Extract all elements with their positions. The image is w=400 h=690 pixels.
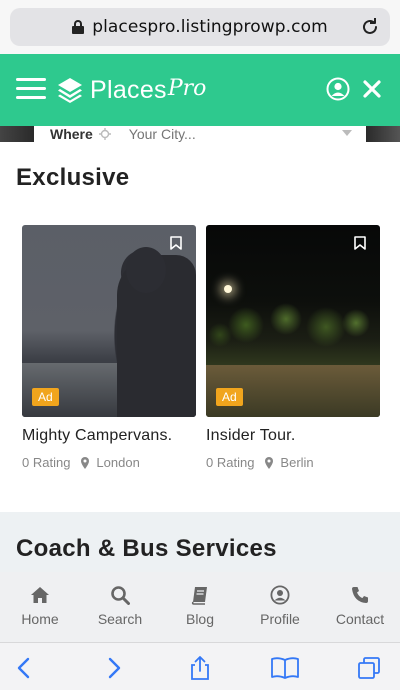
reload-icon[interactable] xyxy=(360,17,380,37)
rating-text: 0 Rating xyxy=(22,455,71,470)
ad-badge: Ad xyxy=(216,388,243,406)
coach-bus-section: Coach & Bus Services xyxy=(0,512,400,572)
city-input[interactable] xyxy=(128,126,329,142)
back-icon[interactable] xyxy=(12,655,38,681)
listing-title[interactable]: Mighty Campervans. xyxy=(22,427,172,445)
bookmarks-icon[interactable] xyxy=(270,655,300,681)
nav-label: Home xyxy=(21,611,59,627)
ad-badge: Ad xyxy=(32,388,59,406)
location-pin-icon xyxy=(81,456,90,469)
section-title: Coach & Bus Services xyxy=(16,535,277,562)
background-photo xyxy=(0,126,34,142)
location-pin-icon xyxy=(265,456,274,469)
rating-text: 0 Rating xyxy=(206,455,255,470)
location-text[interactable]: London xyxy=(96,455,139,470)
nav-label: Profile xyxy=(260,611,300,627)
bookmark-icon[interactable] xyxy=(170,236,182,250)
bookmark-icon[interactable] xyxy=(354,236,366,250)
search-icon xyxy=(111,586,130,605)
user-icon[interactable] xyxy=(326,77,350,101)
hamburger-menu-icon[interactable] xyxy=(16,78,46,100)
home-icon xyxy=(31,587,49,603)
chevron-down-icon[interactable] xyxy=(342,130,352,136)
nav-item-search[interactable]: Search xyxy=(80,572,160,642)
profile-icon xyxy=(270,585,290,605)
forward-icon[interactable] xyxy=(100,655,126,681)
logo-script: Pro xyxy=(167,75,207,101)
browser-address-area: placespro.listingprowp.com xyxy=(0,0,400,54)
listing-meta: 0 Rating London xyxy=(22,455,140,470)
listing-card-image[interactable]: Ad xyxy=(22,225,196,417)
listing-card-image[interactable]: Ad xyxy=(206,225,380,417)
nav-label: Blog xyxy=(185,611,215,627)
nav-item-contact[interactable]: Contact xyxy=(320,572,400,642)
logo-layers-icon xyxy=(58,78,82,103)
lock-icon xyxy=(72,20,85,34)
where-search[interactable]: Where xyxy=(34,126,366,142)
nav-item-home[interactable]: Home xyxy=(0,572,80,642)
crosshair-icon[interactable] xyxy=(98,128,111,140)
nav-label: Contact xyxy=(335,611,385,627)
browser-toolbar xyxy=(0,642,400,690)
book-icon xyxy=(191,587,207,605)
site-logo[interactable]: Places Pro xyxy=(56,70,206,110)
listing-title[interactable]: Insider Tour. xyxy=(206,427,295,445)
where-label: Where xyxy=(50,126,93,142)
tabs-icon[interactable] xyxy=(356,655,382,681)
location-text[interactable]: Berlin xyxy=(280,455,313,470)
url-text[interactable]: placespro.listingprowp.com xyxy=(92,17,328,37)
address-bar[interactable]: placespro.listingprowp.com xyxy=(10,8,390,46)
share-icon[interactable] xyxy=(187,655,213,681)
nav-item-blog[interactable]: Blog xyxy=(160,572,240,642)
exclusive-section: Exclusive Ad Ad Mighty Campervans. 0 Rat… xyxy=(0,142,400,512)
section-title: Exclusive xyxy=(16,164,130,191)
background-photo xyxy=(366,126,400,142)
close-icon[interactable] xyxy=(362,79,382,99)
bottom-navigation: Home Search Blog Profile Contact xyxy=(0,572,400,642)
nav-item-profile[interactable]: Profile xyxy=(240,572,320,642)
logo-text: Places xyxy=(90,75,167,104)
listing-meta: 0 Rating Berlin xyxy=(206,455,314,470)
search-strip: Where xyxy=(0,126,400,142)
app-header: Places Pro xyxy=(0,54,400,126)
phone-icon xyxy=(352,587,368,603)
nav-label: Search xyxy=(97,611,143,627)
